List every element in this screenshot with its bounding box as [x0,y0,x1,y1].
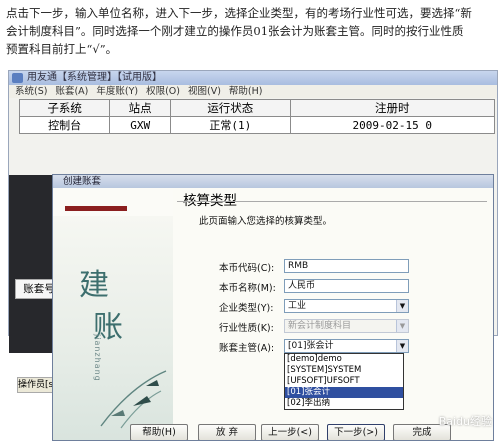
supervisor-value: [01]张会计 [288,341,334,351]
column-header: 子系统 [18,99,111,117]
instruction-text: 点击下一步，输入单位名称，进入下一步，选择企业类型，有的考场行业性可选，要选择“… [6,4,496,58]
dropdown-option-selected[interactable]: [01]张会计 [285,387,403,398]
industry-label: 行业性质(K): [219,323,274,334]
supervisor-dropdown-list: [demo]demo [SYSTEM]SYSTEM [UFSOFT]UFSOFT… [284,353,404,410]
supervisor-select[interactable]: [01]张会计 ▼ [284,339,409,353]
dropdown-option[interactable]: [02]李出纳 [285,398,403,409]
enterprise-type-label: 企业类型(Y): [219,303,274,314]
cancel-button[interactable]: 放 弃 [198,424,256,440]
enterprise-type-value: 工业 [288,301,307,311]
dropdown-option[interactable]: [demo]demo [285,354,403,365]
help-button[interactable]: 帮助(H) [130,424,188,440]
industry-select[interactable]: 新会计制度科目 ▼ [284,319,409,333]
supervisor-label: 账套主管(A): [219,343,275,354]
instruction-line-2: 会计制度科目”。同时选择一个刚才建立的操作员01张会计为账套主管。同时的按行业性… [6,24,464,38]
dialog-left-panel: 建 账 jianzhang [53,188,173,440]
menu-help[interactable]: 帮助(H) [229,85,263,98]
watermark: Baidu经验 [438,415,492,428]
subsystem-table: 子系统 站点 运行状态 注册时 控制台 GXW 正常(1) 2009-02-15… [18,99,496,134]
heading-divider [177,201,487,202]
decorative-bar [65,206,127,211]
app-icon [12,73,23,83]
industry-value: 新会计制度科目 [288,321,352,331]
menu-system[interactable]: 系统(S) [15,85,47,98]
currency-code-label: 本币代码(C): [219,263,275,274]
column-header: 站点 [109,99,172,117]
menu-account[interactable]: 账套(A) [55,85,88,98]
chevron-down-icon[interactable]: ▼ [396,300,408,312]
column-header: 运行状态 [170,99,291,117]
table-row[interactable]: 控制台 GXW 正常(1) 2009-02-15 0 [18,116,496,134]
dialog-heading: 核算类型 [183,193,237,209]
currency-code-input[interactable]: RMB [284,259,409,273]
table-header-row: 子系统 站点 运行状态 注册时 [18,99,496,117]
instruction-line-3: 预置科目前打上“√”。 [6,42,118,56]
dropdown-option[interactable]: [SYSTEM]SYSTEM [285,365,403,376]
menu-year[interactable]: 年度账(Y) [96,85,138,98]
enterprise-type-select[interactable]: 工业 ▼ [284,299,409,313]
table-cell: GXW [109,116,172,134]
chevron-down-icon[interactable]: ▼ [396,340,408,352]
menu-permission[interactable]: 权限(O) [146,85,180,98]
instruction-line-1: 点击下一步，输入单位名称，进入下一步，选择企业类型，有的考场行业性可选，要选择“… [6,6,472,20]
decorative-artwork: 建 账 jianzhang [53,216,173,440]
menu-bar: 系统(S) 账套(A) 年度账(Y) 权限(O) 视图(V) 帮助(H) [9,85,497,98]
left-char-1: 建 [79,268,109,303]
next-button[interactable]: 下一步(>) [327,424,385,440]
currency-name-input[interactable]: 人民币 [284,279,409,293]
window-title-bar: 用友通【系统管理】【试用版】 [9,71,497,85]
create-account-dialog: 创建账套 建 账 jianzhang 核算类型 此页面输入您选择的核算类型。 本… [52,174,494,441]
table-cell: 2009-02-15 0 [289,116,496,134]
column-header: 注册时 [289,99,496,117]
window-title: 用友通【系统管理】【试用版】 [27,72,162,83]
dropdown-option[interactable]: [UFSOFT]UFSOFT [285,376,403,387]
currency-name-label: 本币名称(M): [219,283,276,294]
table-cell: 控制台 [18,116,111,134]
previous-button[interactable]: 上一步(<) [261,424,319,440]
chevron-down-icon[interactable]: ▼ [396,320,408,332]
table-cell: 正常(1) [170,116,291,134]
dialog-title: 创建账套 [53,175,493,188]
dark-panel [9,175,54,353]
dialog-description: 此页面输入您选择的核算类型。 [199,216,333,227]
menu-view[interactable]: 视图(V) [188,85,221,98]
